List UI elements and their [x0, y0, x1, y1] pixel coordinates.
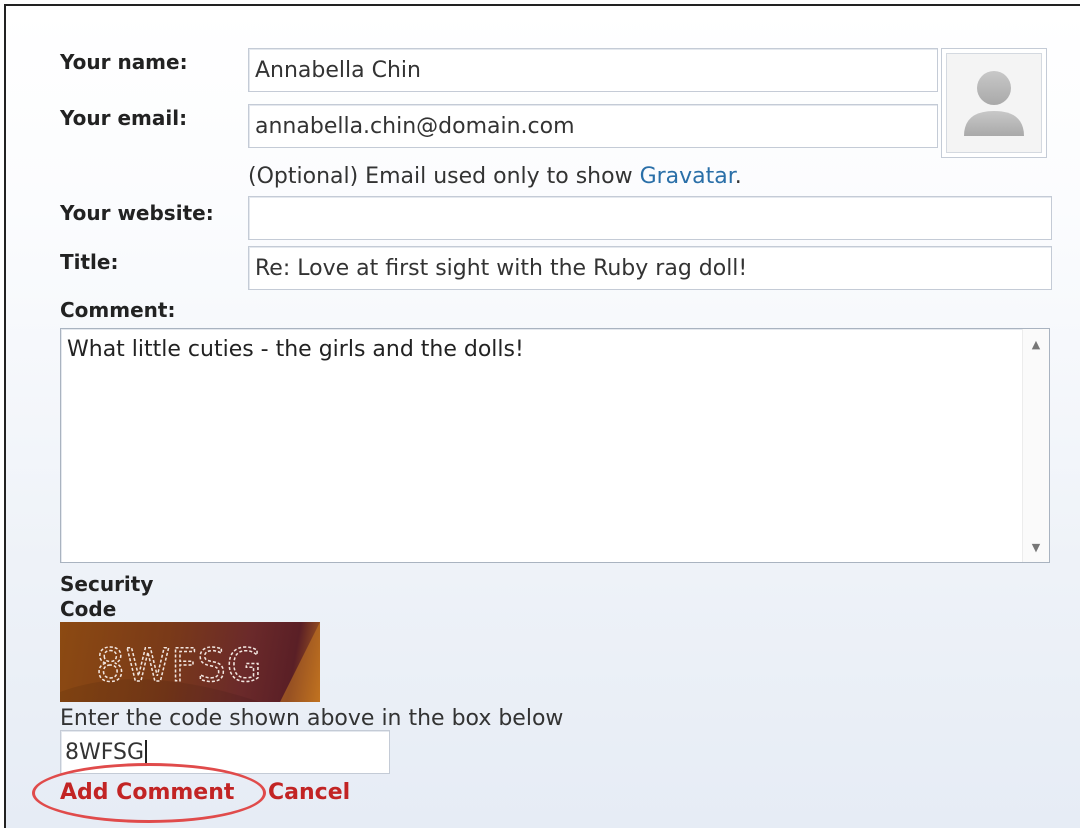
comment-textarea[interactable]: What little cuties - the girls and the d…	[60, 328, 1050, 563]
title-input[interactable]: Re: Love at first sight with the Ruby ra…	[248, 246, 1052, 290]
security-code-label: Security Code	[60, 572, 153, 622]
email-hint: (Optional) Email used only to show Grava…	[248, 164, 742, 190]
captcha-code-text: 8WFSG	[96, 639, 263, 692]
title-input-value: Re: Love at first sight with the Ruby ra…	[255, 255, 748, 281]
add-comment-button[interactable]: Add Comment	[60, 780, 234, 805]
email-hint-text: (Optional) Email used only to show	[248, 164, 640, 189]
website-input[interactable]	[248, 196, 1052, 240]
form-actions: Add Comment	[60, 778, 234, 808]
scroll-down-arrow-icon[interactable]: ▼	[1023, 534, 1049, 560]
name-label: Your name:	[60, 50, 188, 74]
scroll-up-arrow-icon[interactable]: ▲	[1023, 331, 1049, 357]
comment-label: Comment:	[60, 298, 176, 322]
captcha-instructions: Enter the code shown above in the box be…	[60, 706, 564, 731]
avatar	[941, 48, 1047, 158]
name-input[interactable]: Annabella Chin	[248, 48, 938, 92]
name-input-value: Annabella Chin	[255, 57, 421, 83]
comment-scrollbar[interactable]: ▲ ▼	[1022, 329, 1049, 562]
email-label: Your email:	[60, 106, 188, 130]
gravatar-link[interactable]: Gravatar	[640, 164, 735, 189]
email-input-value: annabella.chin@domain.com	[255, 113, 575, 139]
comment-form: Your name: Annabella Chin Your email: an…	[4, 4, 1080, 828]
text-cursor	[145, 740, 148, 764]
captcha-graphic: 8WFSG	[60, 622, 320, 702]
cancel-actions: Cancel	[268, 778, 350, 808]
security-code-label-line2: Code	[60, 597, 117, 621]
website-label: Your website:	[60, 201, 214, 225]
default-avatar-icon	[964, 71, 1024, 136]
title-label: Title:	[60, 250, 119, 274]
email-hint-suffix: .	[734, 164, 742, 189]
captcha-image: 8WFSG	[60, 622, 320, 702]
comment-textarea-value: What little cuties - the girls and the d…	[67, 337, 524, 362]
security-code-label-line1: Security	[60, 572, 154, 596]
email-input[interactable]: annabella.chin@domain.com	[248, 104, 938, 148]
captcha-input-value: 8WFSG	[65, 739, 145, 765]
cancel-button[interactable]: Cancel	[268, 780, 350, 805]
